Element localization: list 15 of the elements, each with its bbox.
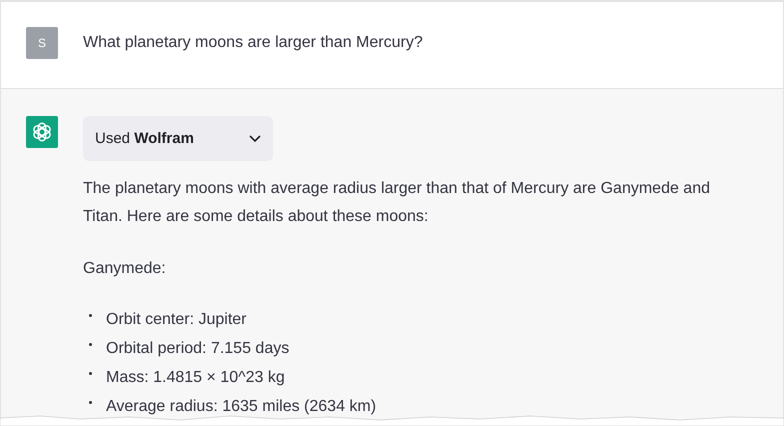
bullet-icon [89, 372, 92, 375]
detail-item: Orbital period: 7.155 days [106, 340, 290, 358]
chevron-icon [249, 134, 261, 142]
user-message: What planetary moons are larger than Mercury? [83, 33, 423, 53]
bullet-icon [89, 401, 92, 404]
answer-paragraph: The planetary moons with average radius larger than that of Mercury are Ganymede and Titan. Here are some details about these moons: [83, 179, 711, 227]
moon-heading: Ganymede: [83, 259, 167, 279]
tool-dropdown[interactable]: Used Wolfram [83, 116, 273, 161]
detail-item: Orbit center: Jupiter [106, 310, 246, 328]
detail-item: Mass: 1.4815 × 10^23 kg [106, 368, 285, 386]
knot-icon [31, 121, 53, 143]
bullet-icon [89, 314, 92, 317]
detail-item: Average radius: 1635 miles (2634 km) [106, 398, 376, 416]
bullet-icon [89, 343, 92, 346]
user-avatar: S [26, 27, 58, 59]
